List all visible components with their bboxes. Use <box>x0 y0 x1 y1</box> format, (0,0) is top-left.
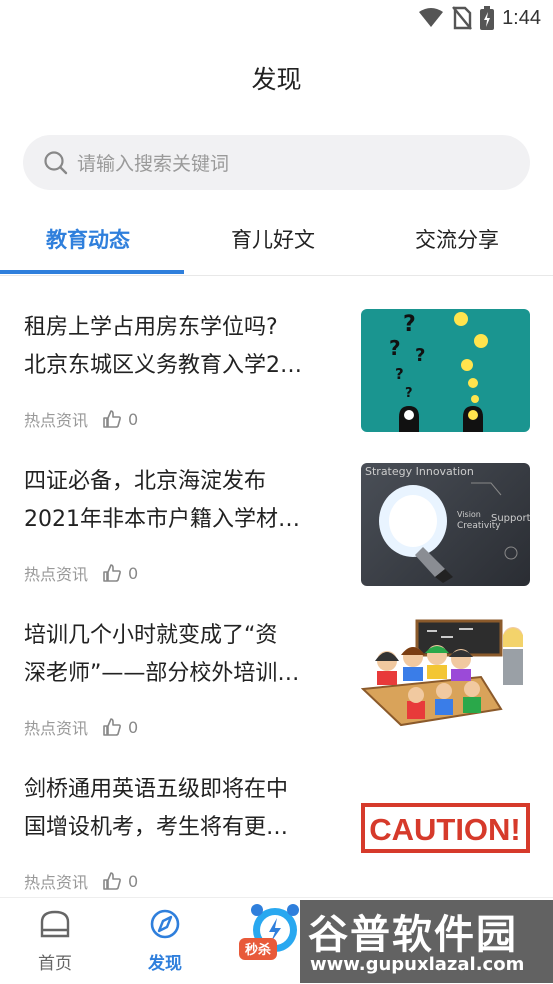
tab-education-news[interactable]: 教育动态 <box>46 224 130 254</box>
alarm-clock-icon: 秒杀 <box>239 904 299 960</box>
nav-discover-label: 发现 <box>148 954 182 974</box>
article-meta: 热点资讯 0 <box>24 561 138 585</box>
caution-sign-illustration: CAUTION! <box>361 803 530 853</box>
article-thumbnail: CAUTION! <box>361 771 530 894</box>
article-title: 培训几个小时就变成了“资 深老师”——部分校外培训… <box>24 623 300 686</box>
tabs-divider <box>0 275 553 276</box>
status-bar: 1:44 <box>0 0 553 38</box>
search-input[interactable] <box>75 135 499 192</box>
svg-text:?: ? <box>403 312 416 337</box>
nav-discover[interactable]: 发现 <box>125 908 205 974</box>
wifi-icon <box>419 8 444 27</box>
article-thumbnail: Strategy Innovation Vision Creativity Su… <box>361 463 530 586</box>
tab-parenting-articles[interactable]: 育儿好文 <box>231 224 315 254</box>
no-sim-icon <box>452 6 472 30</box>
like-count: 0 <box>128 409 139 429</box>
lightbulb-illustration: Strategy Innovation Vision Creativity Su… <box>365 465 530 583</box>
battery-charging-icon <box>480 6 495 30</box>
article-meta: 热点资讯 0 <box>24 869 138 893</box>
article-category: 热点资讯 <box>24 873 89 892</box>
article-meta: 热点资讯 0 <box>24 407 138 431</box>
thumbs-up-icon <box>103 410 121 428</box>
svg-text:?: ? <box>415 345 425 366</box>
search-icon <box>44 151 68 175</box>
article-title: 租房上学占用房东学位吗? 北京东城区义务教育入学2… <box>24 315 302 378</box>
article-category: 热点资讯 <box>24 411 89 430</box>
category-tabs: 教育动态 育儿好文 交流分享 <box>0 212 553 274</box>
like-count: 0 <box>128 717 139 737</box>
article-category: 热点资讯 <box>24 565 89 584</box>
like-button[interactable]: 0 <box>102 717 138 737</box>
nav-home[interactable]: 首页 <box>15 908 95 974</box>
thumbs-up-icon <box>103 718 121 736</box>
page-title: 发现 <box>251 65 302 94</box>
status-icons: 1:44 <box>418 6 541 30</box>
svg-text:Support: Support <box>491 513 530 524</box>
svg-text:?: ? <box>395 365 404 383</box>
classroom-illustration <box>361 619 523 727</box>
watermark: 谷普软件园 www.gupuxlazal.com <box>300 900 553 983</box>
thumbs-up-icon <box>103 872 121 890</box>
like-button[interactable]: 0 <box>102 409 138 429</box>
compass-icon <box>150 909 180 939</box>
thumbs-up-icon <box>103 564 121 582</box>
article-title: 剑桥通用英语五级即将在中 国增设机考，考生将有更… <box>24 777 289 840</box>
article-category: 热点资讯 <box>24 719 89 738</box>
search-bar[interactable] <box>23 135 530 192</box>
article-card[interactable]: 培训几个小时就变成了“资 深老师”——部分校外培训… 热点资讯 0 <box>0 617 553 767</box>
article-thumbnail <box>361 617 530 740</box>
promo-badge-label: 秒杀 <box>245 942 271 958</box>
home-icon <box>40 910 70 938</box>
like-count: 0 <box>128 871 139 891</box>
tab-community-share[interactable]: 交流分享 <box>415 224 499 254</box>
svg-text:CAUTION!: CAUTION! <box>369 812 521 847</box>
svg-text:?: ? <box>405 386 413 401</box>
article-card[interactable]: 租房上学占用房东学位吗? 北京东城区义务教育入学2… 热点资讯 0 ? ? ? … <box>0 309 553 459</box>
status-time: 1:44 <box>502 6 541 29</box>
like-button[interactable]: 0 <box>102 871 138 891</box>
article-title: 四证必备，北京海淀发布 2021年非本市户籍入学材… <box>24 469 300 532</box>
like-button[interactable]: 0 <box>102 563 138 583</box>
article-thumbnail: ? ? ? ? ? <box>361 309 530 432</box>
svg-text:?: ? <box>389 336 401 360</box>
svg-text:Vision: Vision <box>457 510 481 519</box>
nav-home-label: 首页 <box>38 954 72 974</box>
like-count: 0 <box>128 563 139 583</box>
article-meta: 热点资讯 0 <box>24 715 138 739</box>
watermark-brand: 谷普软件园 <box>308 912 518 958</box>
active-tab-indicator <box>0 270 184 274</box>
question-bulbs-illustration: ? ? ? ? ? <box>389 312 488 432</box>
svg-text:Strategy Innovation: Strategy Innovation <box>365 465 474 478</box>
watermark-url: www.gupuxlazal.com <box>310 954 525 975</box>
article-card[interactable]: 四证必备，北京海淀发布 2021年非本市户籍入学材… 热点资讯 0 Strate… <box>0 463 553 613</box>
